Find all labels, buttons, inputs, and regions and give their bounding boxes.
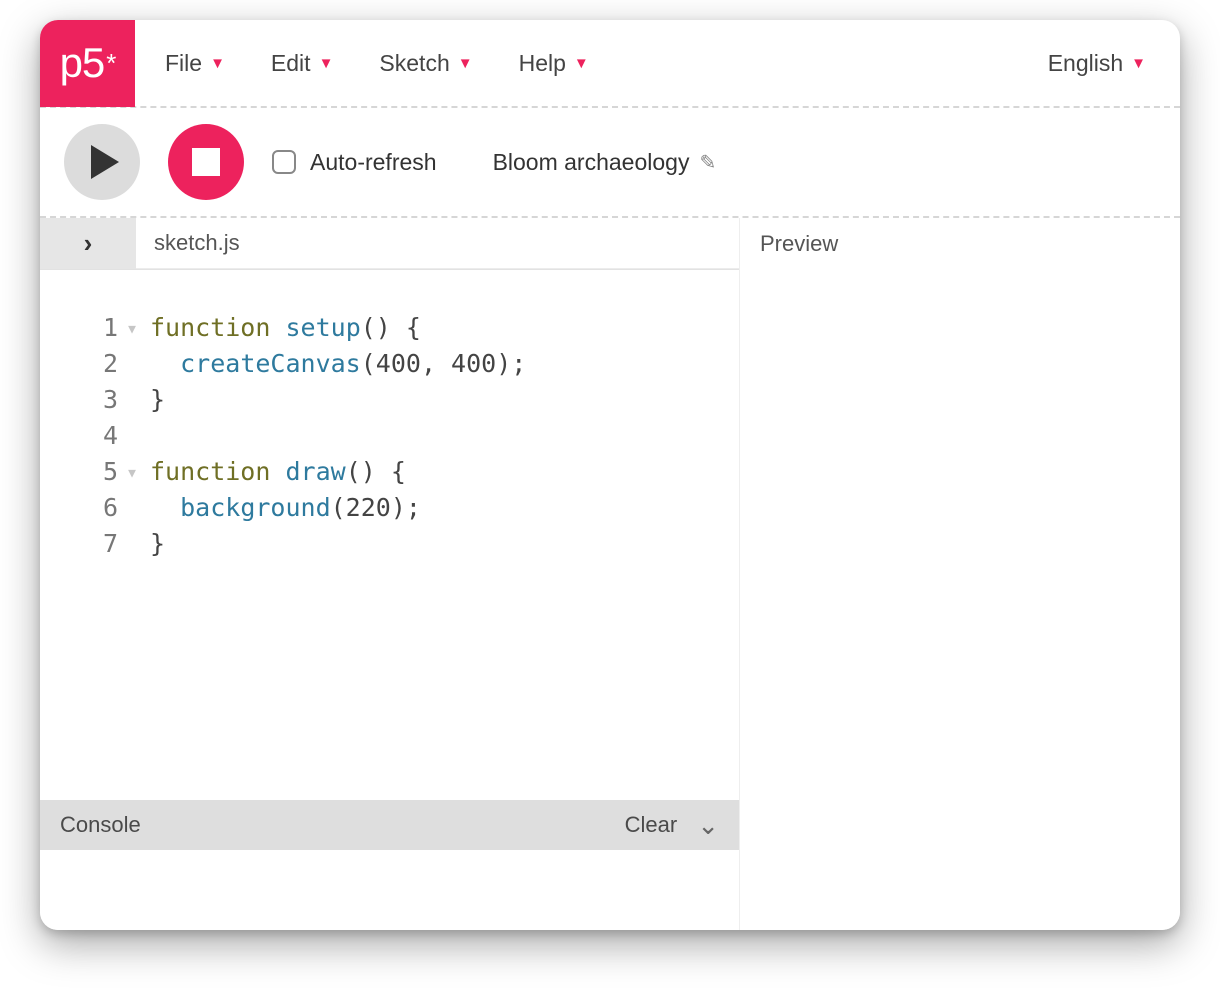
code-editor[interactable]: 1 2 3 4 5 6 7 ▾ ▾ function set <box>40 270 739 800</box>
menu-items: File ▼ Edit ▼ Sketch ▼ Help ▼ <box>135 50 1048 77</box>
code-punct: () { <box>361 313 421 342</box>
auto-refresh-label: Auto-refresh <box>310 149 437 176</box>
console-actions: Clear ⌄ <box>625 810 719 841</box>
chevron-right-icon: › <box>84 228 93 259</box>
console-clear-button[interactable]: Clear <box>625 812 678 838</box>
fold-gutter: ▾ ▾ <box>126 310 150 790</box>
menu-help-label: Help <box>519 50 566 77</box>
menu-sketch[interactable]: Sketch ▼ <box>379 50 472 77</box>
fold-spacer <box>126 490 150 526</box>
fold-icon[interactable]: ▾ <box>126 310 150 346</box>
code-content[interactable]: function setup() { createCanvas(400, 400… <box>150 310 526 790</box>
code-punct: } <box>150 385 165 414</box>
code-function-call: createCanvas <box>180 349 361 378</box>
fold-spacer <box>126 418 150 454</box>
dropdown-icon: ▼ <box>458 55 473 72</box>
code-punct: (220); <box>331 493 421 522</box>
preview-canvas[interactable] <box>740 270 1180 930</box>
file-tab-label: sketch.js <box>154 230 240 256</box>
code-punct: () { <box>346 457 406 486</box>
logo[interactable]: p5* <box>40 20 135 107</box>
preview-label: Preview <box>760 231 838 257</box>
sidebar-expand-button[interactable]: › <box>40 218 136 269</box>
line-number: 6 <box>54 490 118 526</box>
dropdown-icon: ▼ <box>574 55 589 72</box>
menu-file[interactable]: File ▼ <box>165 50 225 77</box>
menu-sketch-label: Sketch <box>379 50 449 77</box>
line-number: 4 <box>54 418 118 454</box>
logo-text: p5 <box>60 39 105 87</box>
language-selector[interactable]: English ▼ <box>1048 50 1180 77</box>
code-punct: (400, 400); <box>361 349 527 378</box>
sketch-name-text: Bloom archaeology <box>493 149 690 176</box>
editor-column: › sketch.js 1 2 3 4 5 6 7 ▾ <box>40 218 740 930</box>
menu-edit[interactable]: Edit ▼ <box>271 50 334 77</box>
console-output[interactable] <box>40 850 739 930</box>
console-header: Console Clear ⌄ <box>40 800 739 850</box>
dropdown-icon: ▼ <box>319 55 334 72</box>
toolbar: Auto-refresh Bloom archaeology ✎ <box>40 108 1180 218</box>
line-number: 5 <box>54 454 118 490</box>
line-number: 3 <box>54 382 118 418</box>
code-keyword: function <box>150 457 270 486</box>
play-button[interactable] <box>64 124 140 200</box>
code-punct: } <box>150 529 165 558</box>
auto-refresh-checkbox[interactable] <box>272 150 296 174</box>
line-gutter: 1 2 3 4 5 6 7 <box>54 310 126 790</box>
editor-header: › sketch.js <box>40 218 739 270</box>
stop-icon <box>192 148 220 176</box>
play-icon <box>91 145 119 179</box>
line-number: 7 <box>54 526 118 562</box>
menu-help[interactable]: Help ▼ <box>519 50 589 77</box>
dropdown-icon: ▼ <box>210 55 225 72</box>
fold-spacer <box>126 526 150 562</box>
app-window: p5* File ▼ Edit ▼ Sketch ▼ Help ▼ Englis… <box>40 20 1180 930</box>
code-function-call: background <box>180 493 331 522</box>
preview-column: Preview <box>740 218 1180 930</box>
sketch-name[interactable]: Bloom archaeology ✎ <box>493 149 717 176</box>
preview-header: Preview <box>740 218 1180 270</box>
fold-spacer <box>126 382 150 418</box>
console-label: Console <box>60 812 141 838</box>
dropdown-icon: ▼ <box>1131 55 1146 72</box>
menu-file-label: File <box>165 50 202 77</box>
menubar: p5* File ▼ Edit ▼ Sketch ▼ Help ▼ Englis… <box>40 20 1180 108</box>
language-label: English <box>1048 50 1123 77</box>
code-keyword: function <box>150 313 270 342</box>
pencil-icon[interactable]: ✎ <box>699 150 716 175</box>
stop-button[interactable] <box>168 124 244 200</box>
chevron-down-icon[interactable]: ⌄ <box>697 810 719 841</box>
code-function-name: draw <box>285 457 345 486</box>
fold-spacer <box>126 346 150 382</box>
fold-icon[interactable]: ▾ <box>126 454 150 490</box>
code-function-name: setup <box>285 313 360 342</box>
body-area: › sketch.js 1 2 3 4 5 6 7 ▾ <box>40 218 1180 930</box>
logo-star-icon: * <box>106 48 115 79</box>
auto-refresh: Auto-refresh <box>272 149 437 176</box>
line-number: 1 <box>54 310 118 346</box>
line-number: 2 <box>54 346 118 382</box>
file-tab[interactable]: sketch.js <box>136 218 739 269</box>
menu-edit-label: Edit <box>271 50 311 77</box>
